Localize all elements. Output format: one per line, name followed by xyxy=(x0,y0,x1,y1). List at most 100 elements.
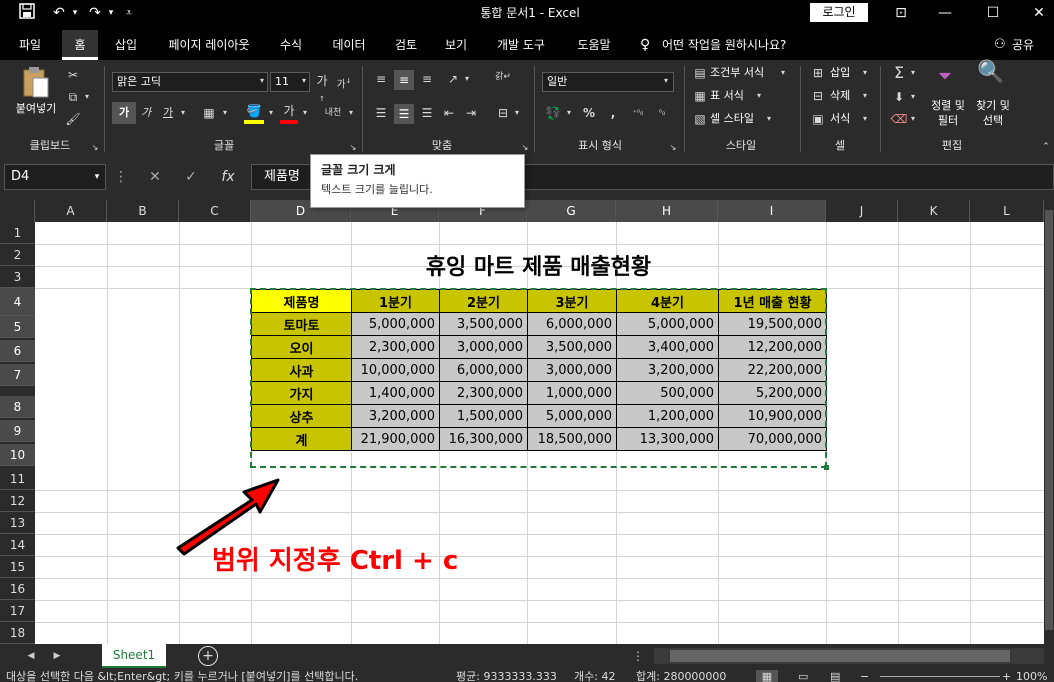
ribbon-display-icon[interactable]: ⊡ xyxy=(888,0,914,26)
border-dropdown-icon[interactable]: ▾ xyxy=(220,104,230,122)
page-break-view-icon[interactable]: ▤ xyxy=(830,670,840,682)
zoom-level[interactable]: 100% xyxy=(1016,670,1047,682)
column-header[interactable]: A xyxy=(35,200,107,222)
row-header[interactable]: 16 xyxy=(0,578,35,600)
table-format-button[interactable]: 표 서식 xyxy=(710,87,744,105)
column-header[interactable]: B xyxy=(107,200,179,222)
table-format-icon[interactable]: ▦ xyxy=(692,87,708,105)
column-header[interactable]: J xyxy=(826,200,898,222)
font-color-icon[interactable]: 가 xyxy=(280,102,298,124)
scroll-tabs-left-icon[interactable]: ◀ xyxy=(24,646,38,666)
share-button[interactable]: 공유 xyxy=(1012,30,1034,60)
align-bottom-icon[interactable]: ≡ xyxy=(418,70,436,88)
increase-indent-icon[interactable]: ⇥ xyxy=(462,104,480,122)
zoom-in-icon[interactable]: + xyxy=(1002,670,1011,682)
insert-cells-icon[interactable]: ⊞ xyxy=(810,64,826,82)
autosum-dropdown-icon[interactable]: ▾ xyxy=(908,64,918,82)
row-header[interactable]: 11 xyxy=(0,468,35,490)
sort-filter-icon[interactable]: ⏷ xyxy=(930,68,960,86)
cut-icon[interactable]: ✂ xyxy=(64,66,82,84)
row-header[interactable]: 5 xyxy=(0,316,35,338)
row-header[interactable]: 6 xyxy=(0,340,35,362)
row-header[interactable]: 4 xyxy=(0,288,35,316)
decrease-decimal-icon[interactable]: ⁰₀ xyxy=(652,104,672,122)
comma-style-icon[interactable]: , xyxy=(606,104,620,122)
clear-icon[interactable]: ⌫ xyxy=(890,110,908,128)
font-name-dropdown-icon[interactable]: ▾ xyxy=(256,72,268,90)
tab-page-layout[interactable]: 페이지 레이아웃 xyxy=(156,30,262,60)
scroll-thumb[interactable] xyxy=(670,650,1010,662)
row-header[interactable]: 17 xyxy=(0,600,35,622)
tell-me-search[interactable]: 어떤 작업을 원하시나요? xyxy=(662,30,786,60)
accounting-dropdown-icon[interactable]: ▾ xyxy=(564,104,574,122)
merge-center-icon[interactable]: ⊟ xyxy=(494,104,512,122)
close-icon[interactable]: ✕ xyxy=(1026,0,1052,26)
number-format-select[interactable]: 일반 xyxy=(542,72,674,92)
accounting-format-icon[interactable]: 💱 xyxy=(544,104,562,122)
delete-cells-button[interactable]: 삭제 xyxy=(830,87,850,105)
copy-icon[interactable]: ⧉ xyxy=(64,88,82,106)
row-header[interactable]: 18 xyxy=(0,622,35,644)
fill-handle[interactable] xyxy=(824,465,829,470)
horizontal-scrollbar[interactable] xyxy=(654,648,1044,664)
more-options-icon[interactable]: ⋮ xyxy=(114,164,128,190)
column-header[interactable]: K xyxy=(898,200,970,222)
delete-dropdown-icon[interactable]: ▾ xyxy=(860,87,870,105)
page-layout-view-icon[interactable]: ▭ xyxy=(798,670,808,682)
align-right-icon[interactable]: ☰ xyxy=(418,104,436,122)
collapse-ribbon-icon[interactable]: ⌃ xyxy=(1040,138,1052,156)
sheet-tab[interactable]: Sheet1 xyxy=(102,644,166,668)
fill-color-dropdown-icon[interactable]: ▾ xyxy=(266,104,276,122)
fill-color-icon[interactable]: 🪣 xyxy=(244,102,264,124)
conditional-format-button[interactable]: 조건부 서식 xyxy=(710,64,764,82)
row-header[interactable]: 9 xyxy=(0,420,35,442)
row-header[interactable]: 12 xyxy=(0,490,35,512)
clear-dropdown-icon[interactable]: ▾ xyxy=(908,110,918,128)
scroll-thumb[interactable] xyxy=(1045,210,1053,630)
phonetic-dropdown-icon[interactable]: ▾ xyxy=(346,104,356,122)
cell-style-icon[interactable]: ▧ xyxy=(692,110,708,128)
copy-dropdown-icon[interactable]: ▾ xyxy=(82,88,92,106)
font-color-dropdown-icon[interactable]: ▾ xyxy=(300,104,310,122)
normal-view-icon[interactable]: ▦ xyxy=(756,670,778,682)
number-launcher-icon[interactable]: ↘ xyxy=(668,139,678,157)
save-icon[interactable] xyxy=(16,2,38,28)
cell-style-button[interactable]: 셀 스타일 xyxy=(710,110,754,128)
add-sheet-icon[interactable]: + xyxy=(198,646,218,666)
tab-splitter-icon[interactable]: ⋮ xyxy=(632,646,644,666)
sort-filter-button[interactable]: 정렬 및 필터 xyxy=(924,98,972,128)
maximize-icon[interactable]: ☐ xyxy=(980,0,1006,26)
delete-cells-icon[interactable]: ⊟ xyxy=(810,87,826,105)
cancel-entry-icon[interactable]: ✕ xyxy=(144,164,166,190)
find-select-button[interactable]: 찾기 및 선택 xyxy=(970,98,1016,128)
format-painter-icon[interactable]: 🖌 xyxy=(64,110,82,128)
column-header[interactable]: H xyxy=(616,200,718,222)
undo-dropdown-icon[interactable]: ▾ xyxy=(70,0,80,26)
scroll-tabs-right-icon[interactable]: ▶ xyxy=(50,646,64,666)
bold-icon[interactable]: 가 xyxy=(112,102,136,124)
paste-button[interactable]: 붙여넣기 xyxy=(10,100,62,118)
autosum-icon[interactable]: Σ xyxy=(890,64,908,82)
underline-dropdown-icon[interactable]: ▾ xyxy=(178,104,188,122)
font-size-dropdown-icon[interactable]: ▾ xyxy=(298,72,310,90)
paste-icon[interactable] xyxy=(22,66,50,100)
tab-developer[interactable]: 개발 도구 xyxy=(486,30,556,60)
tab-help[interactable]: 도움말 xyxy=(566,30,622,60)
underline-icon[interactable]: 가 xyxy=(160,104,176,122)
tab-insert[interactable]: 삽입 xyxy=(104,30,148,60)
number-format-dropdown-icon[interactable]: ▾ xyxy=(660,72,672,90)
find-select-icon[interactable]: 🔍 xyxy=(976,62,1006,84)
fill-dropdown-icon[interactable]: ▾ xyxy=(908,88,918,106)
column-header[interactable]: G xyxy=(527,200,616,222)
row-header[interactable]: 8 xyxy=(0,396,35,418)
row-header[interactable]: 10 xyxy=(0,444,35,466)
row-header[interactable]: 3 xyxy=(0,266,35,288)
select-all-corner[interactable] xyxy=(0,200,35,222)
align-top-icon[interactable]: ≡ xyxy=(372,70,390,88)
align-center-icon[interactable]: ☰ xyxy=(394,104,414,124)
phonetic-icon[interactable]: 내천 xyxy=(320,104,346,122)
wrap-text-icon[interactable]: 갉↵ xyxy=(494,68,512,86)
italic-icon[interactable]: 가 xyxy=(138,104,154,122)
align-left-icon[interactable]: ☰ xyxy=(372,104,390,122)
merge-dropdown-icon[interactable]: ▾ xyxy=(512,104,522,122)
